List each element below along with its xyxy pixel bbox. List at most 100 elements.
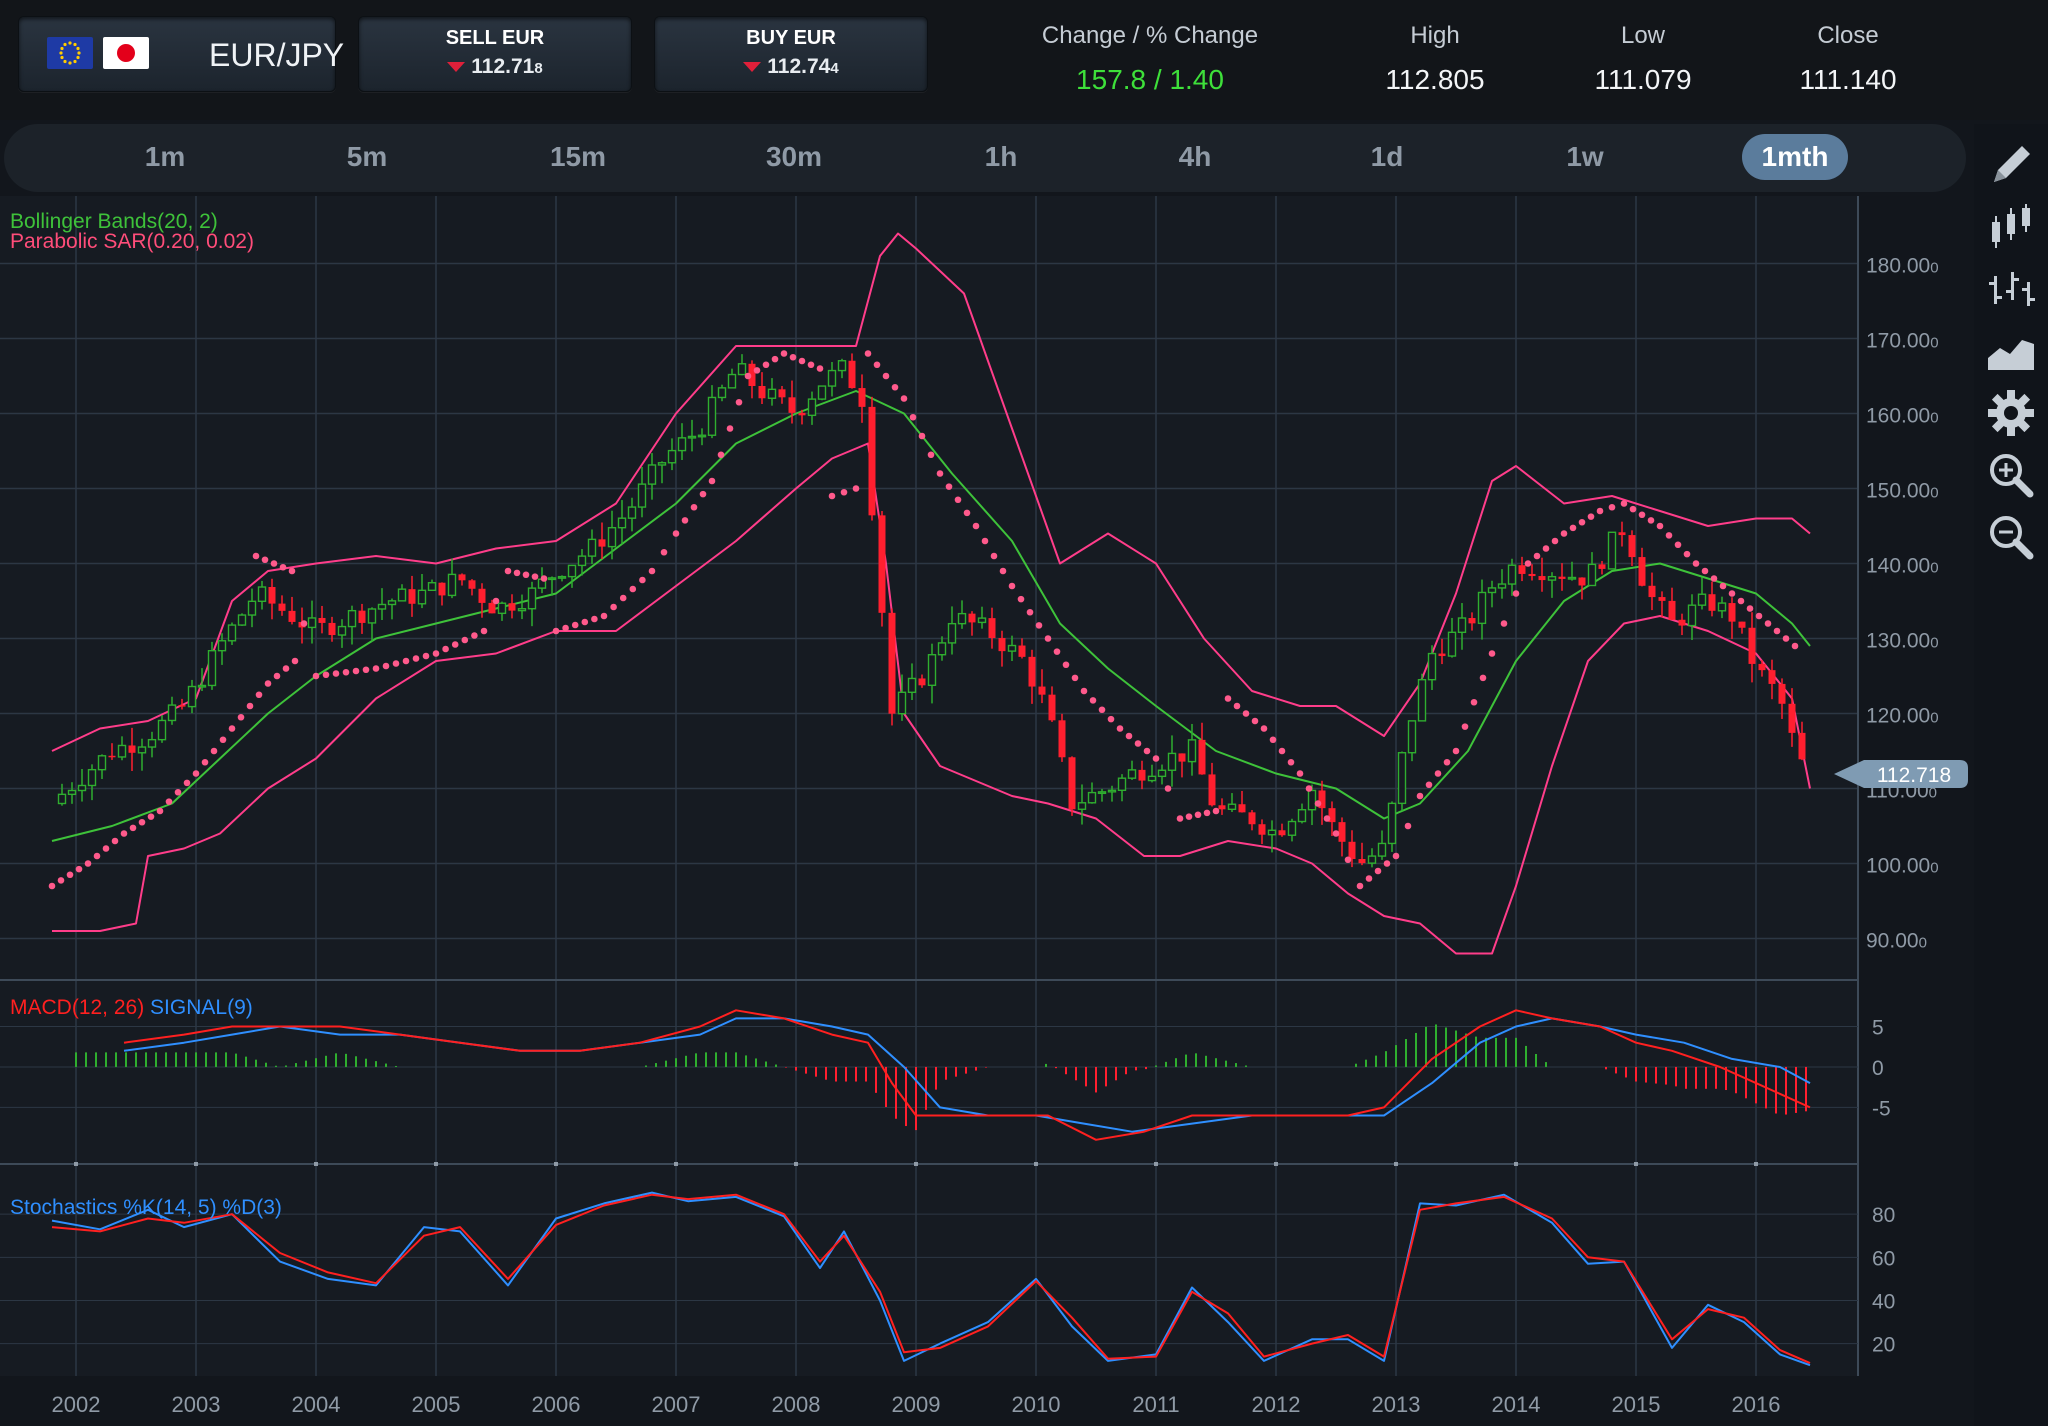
sar-dot <box>1647 517 1655 524</box>
candle-body <box>957 612 967 625</box>
sar-dot <box>402 657 410 665</box>
timeframe-1m[interactable]: 1m <box>106 134 224 180</box>
candle-body <box>827 369 837 387</box>
candlestick-icon[interactable] <box>1984 200 2038 254</box>
candle-body <box>1167 752 1177 771</box>
candle-body <box>1107 789 1117 793</box>
sar-dot <box>362 666 370 674</box>
timeframe-4h[interactable]: 4h <box>1136 134 1254 180</box>
down-arrow-icon <box>447 62 466 73</box>
sar-dot <box>1314 800 1322 807</box>
sar-dot <box>945 483 953 490</box>
sar-dot <box>1212 807 1220 815</box>
sar-dot <box>1344 856 1352 864</box>
candle-body <box>1417 678 1427 722</box>
sar-dot <box>1194 811 1202 819</box>
sar-dot <box>1479 674 1487 682</box>
candle-body <box>1497 583 1507 589</box>
timeframe-1w[interactable]: 1w <box>1526 134 1644 180</box>
sar-dot <box>1569 524 1577 532</box>
candle-body <box>1018 645 1026 657</box>
candle-body <box>1227 803 1237 811</box>
candle-body <box>408 589 416 604</box>
candle-body <box>657 462 667 466</box>
macd-tick-label: 5 <box>1872 1016 1884 1039</box>
timeframe-1h[interactable]: 1h <box>942 134 1060 180</box>
sar-dot <box>1392 852 1400 860</box>
divider-dot <box>1754 1162 1758 1166</box>
candle-body <box>1607 531 1617 570</box>
x-tick-label: 2012 <box>1252 1392 1301 1417</box>
x-tick-label: 2006 <box>532 1392 581 1417</box>
sell-price: 112.718 <box>359 55 631 79</box>
candle-body <box>1407 720 1417 754</box>
area-chart-icon[interactable] <box>1984 324 2038 378</box>
sar-dot <box>954 496 962 504</box>
sar-dot <box>332 670 340 677</box>
sar-dot <box>1008 582 1016 590</box>
candle-body <box>998 638 1006 652</box>
sar-dot <box>48 882 56 890</box>
bar-chart-icon[interactable] <box>1984 262 2038 316</box>
sar-dot <box>918 432 926 440</box>
zoom-out-icon[interactable] <box>1984 510 2038 564</box>
sar-dot <box>1107 715 1115 723</box>
sar-dot <box>780 350 788 357</box>
low-label: Low <box>1620 22 1666 49</box>
jp-flag-icon <box>103 37 149 69</box>
candle-body <box>1457 617 1467 634</box>
instrument-selector-button[interactable]: EUR/JPY <box>18 16 344 92</box>
sar-dot <box>1203 809 1211 817</box>
sar-dot <box>1233 702 1241 710</box>
sar-dot <box>451 641 459 648</box>
timeframe-1mth[interactable]: 1mth <box>1742 134 1848 180</box>
timeframe-5m[interactable]: 5m <box>308 134 426 180</box>
sar-dot <box>291 657 299 665</box>
candle-body <box>587 538 597 557</box>
sar-dot <box>183 779 191 787</box>
candle-body <box>758 385 766 399</box>
timeframe-30m[interactable]: 30m <box>730 134 858 180</box>
candle-body <box>567 564 577 578</box>
sell-button[interactable]: SELL EUR 112.718 <box>358 16 632 92</box>
candle-body <box>1638 557 1646 586</box>
timeframe-1d[interactable]: 1d <box>1328 134 1446 180</box>
price-chart[interactable]: 2002 2003 2004 2005 2006 2007 2008 2009 2010 2011… <box>0 196 1972 1426</box>
price-tick-label: 180.000 <box>1866 255 1939 278</box>
sar-dot <box>1356 882 1364 890</box>
sar-dot <box>882 372 890 380</box>
divider-dot <box>434 1162 438 1166</box>
candle-body <box>1187 739 1197 763</box>
candle-body <box>1077 802 1087 810</box>
candle-body <box>627 506 637 519</box>
candle-body <box>1658 597 1666 601</box>
candle-body <box>478 588 486 603</box>
candle-body <box>1138 769 1146 781</box>
zoom-in-icon[interactable] <box>1984 448 2038 502</box>
timeframe-15m[interactable]: 15m <box>514 134 642 180</box>
candle-body <box>1507 564 1517 585</box>
sar-dot <box>1164 785 1172 792</box>
sar-dot <box>174 788 182 796</box>
candle-body <box>77 784 87 792</box>
pencil-icon[interactable] <box>1984 138 2038 192</box>
close-stat: Close 111.140 <box>1748 22 1948 96</box>
sar-dot <box>1098 706 1106 714</box>
candle-body <box>687 435 697 439</box>
candle-body <box>1068 757 1076 810</box>
sar-dot <box>1425 781 1433 789</box>
candle-body <box>1697 593 1707 606</box>
candle-body <box>617 517 627 529</box>
sar-dot <box>1710 575 1718 582</box>
sar-dot <box>753 367 761 374</box>
candle-body <box>878 515 886 613</box>
candle-body <box>447 573 457 597</box>
x-tick-label: 2004 <box>292 1392 341 1417</box>
sar-dot <box>352 667 360 675</box>
gear-icon[interactable] <box>1984 386 2038 440</box>
sar-dot <box>1542 545 1550 552</box>
candle-body <box>237 614 247 626</box>
buy-button[interactable]: BUY EUR 112.744 <box>654 16 928 92</box>
candle-body <box>197 684 207 688</box>
candle-body <box>1717 602 1727 612</box>
